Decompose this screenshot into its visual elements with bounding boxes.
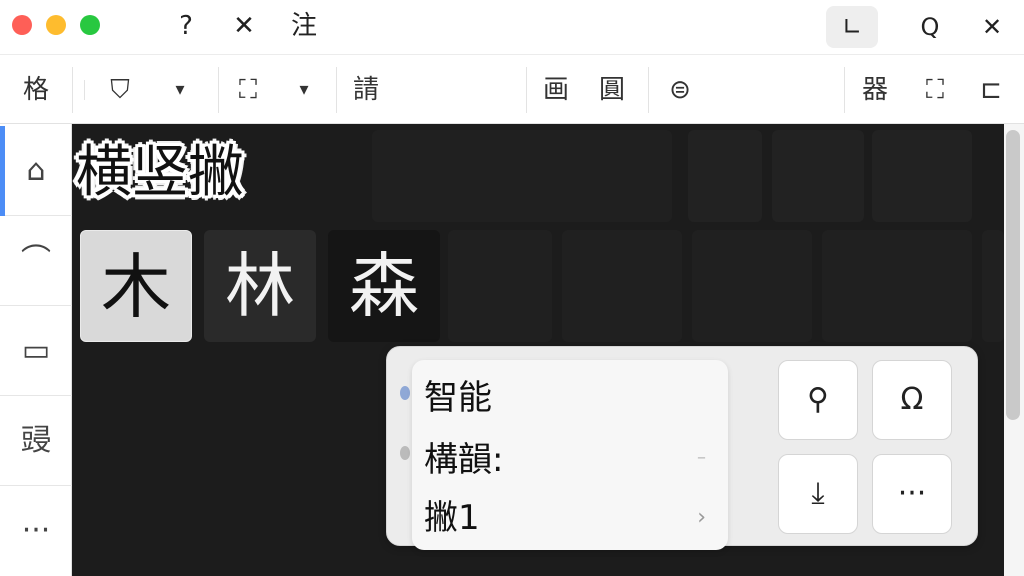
toolbar-divider: [526, 67, 527, 113]
crop-icon[interactable]: ⛶: [224, 55, 272, 125]
scrollbar-thumb[interactable]: [1006, 130, 1020, 420]
canvas-placeholder: [772, 130, 864, 222]
canvas-placeholder: [872, 130, 972, 222]
help-icon[interactable]: ?: [166, 10, 206, 42]
close-button[interactable]: ✕: [966, 6, 1018, 48]
char-tile-wood[interactable]: 木: [80, 230, 192, 342]
format-button[interactable]: 格: [10, 55, 62, 125]
canvas-placeholder: [982, 230, 1004, 342]
toolbar-divider: [648, 67, 649, 113]
toolbar-divider: [84, 80, 85, 100]
crop-dropdown-icon[interactable]: ▾: [284, 55, 324, 125]
back-icon[interactable]: ⊏: [966, 55, 1016, 125]
toolbar-divider: [72, 67, 73, 113]
shield-dropdown-icon[interactable]: ▾: [160, 55, 200, 125]
please-button[interactable]: 請: [342, 55, 390, 125]
help-button[interactable]: ⚲: [778, 360, 858, 440]
canvas-placeholder: [822, 230, 972, 342]
char-tile-forest[interactable]: 森: [328, 230, 440, 342]
select-icon[interactable]: ⛶: [910, 55, 960, 125]
toolbar-divider: [336, 67, 337, 113]
menu-item-label: 構韻:: [424, 440, 504, 480]
window-minimize-dot[interactable]: [46, 15, 66, 35]
menu-item-stroke[interactable]: 撇1 ›: [412, 488, 728, 548]
toolbar-divider: [844, 67, 845, 113]
toolbar: 格 ⛉ ▾ ⛶ ▾ 請 画 圓 ⊜ 器 ⛶ ⊏: [0, 54, 1024, 124]
canvas-placeholder: [448, 230, 552, 342]
shield-icon[interactable]: ⛉: [96, 55, 144, 125]
radio-dot-icon[interactable]: [400, 446, 410, 460]
dash-icon: –: [697, 447, 706, 468]
canvas-placeholder: [562, 230, 682, 342]
sidebar-item-more[interactable]: ···: [0, 486, 72, 576]
title-bar: ? ✕ 注 ∟ Q ✕: [0, 0, 1024, 54]
menu-item-label: 撇1: [424, 498, 480, 538]
canvas-title[interactable]: 横竖撇: [70, 140, 250, 206]
radio-dot-icon[interactable]: [400, 386, 410, 400]
sidebar: ⌂ ⌒ ▭ 䜷 ···: [0, 124, 72, 576]
menu-item-structure[interactable]: 構韻: –: [412, 430, 728, 490]
link-icon[interactable]: ⊜: [654, 55, 706, 125]
collapse-icon[interactable]: ✕: [224, 10, 264, 42]
sidebar-item-home[interactable]: ⌂: [0, 126, 72, 216]
window-layout-button[interactable]: ∟: [826, 6, 878, 48]
more-button[interactable]: ···: [872, 454, 952, 534]
sidebar-item-character[interactable]: 䜷: [0, 396, 72, 486]
import-button[interactable]: ⤓: [778, 454, 858, 534]
char-tile-grove[interactable]: 林: [204, 230, 316, 342]
sidebar-active-indicator: [0, 126, 5, 216]
menu-item-label: 智能: [424, 378, 492, 418]
annotate-icon[interactable]: 注: [284, 10, 324, 42]
picture-icon[interactable]: 画: [532, 55, 580, 125]
menu-item-smart[interactable]: 智能: [412, 368, 728, 428]
sidebar-item-comment[interactable]: ⌒: [0, 216, 72, 306]
sidebar-item-window[interactable]: ▭: [0, 306, 72, 396]
window-zoom-dot[interactable]: [80, 15, 100, 35]
frame-icon[interactable]: 圓: [588, 55, 636, 125]
toolbar-divider: [218, 67, 219, 113]
search-button[interactable]: Q: [904, 6, 956, 48]
window-close-dot[interactable]: [12, 15, 32, 35]
canvas-placeholder: [688, 130, 762, 222]
layout-icon[interactable]: 器: [850, 55, 900, 125]
chevron-right-icon: ›: [697, 505, 706, 530]
canvas-placeholder: [692, 230, 812, 342]
symbol-button[interactable]: Ω: [872, 360, 952, 440]
canvas-placeholder: [372, 130, 672, 222]
